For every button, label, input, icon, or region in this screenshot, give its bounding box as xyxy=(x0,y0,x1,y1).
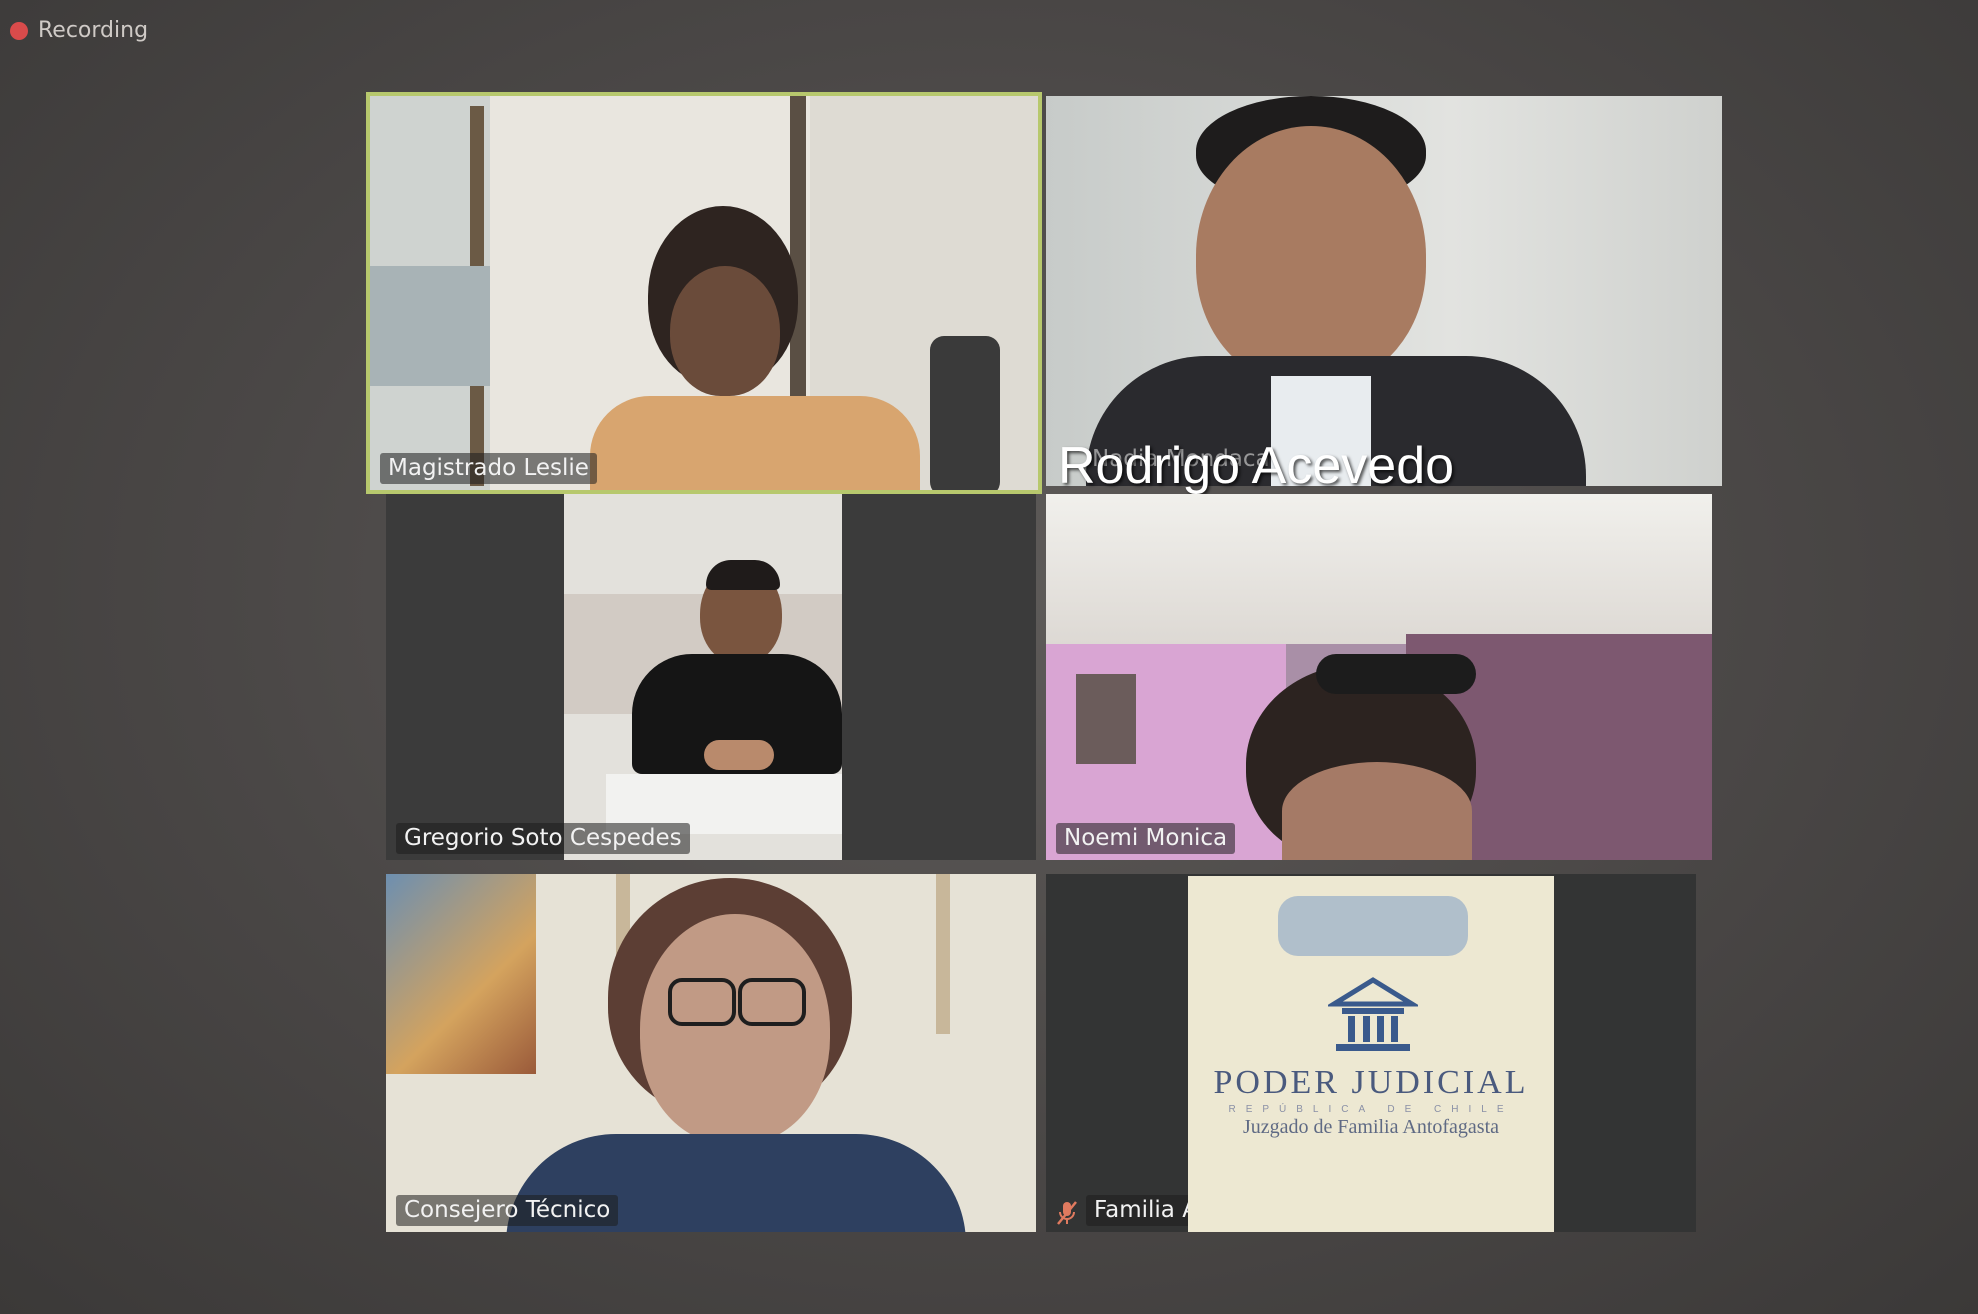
video-tile-noemi-monica[interactable]: Noemi Monica xyxy=(1046,494,1712,860)
video-tile-rodrigo-acevedo[interactable]: Nadia Mondaca xyxy=(1046,96,1722,486)
participant-name: Noemi Monica xyxy=(1056,823,1236,854)
recording-dot-icon xyxy=(10,21,28,40)
video-tile-gregorio-soto-cespedes[interactable]: Gregorio Soto Cespedes xyxy=(386,494,1036,860)
video-tile-consejero-tecnico[interactable]: Consejero Técnico xyxy=(386,874,1036,1232)
poder-judicial-subtitle: REPÚBLICA DE CHILE xyxy=(1228,1104,1514,1115)
recording-indicator: Recording xyxy=(10,18,148,43)
poder-judicial-title: PODER JUDICIAL xyxy=(1213,1064,1529,1101)
courthouse-logo-icon xyxy=(1328,977,1418,1051)
recording-label: Recording xyxy=(38,18,149,43)
muted-mic-icon xyxy=(1057,1201,1077,1225)
poder-judicial-logo-card: PODER JUDICIAL REPÚBLICA DE CHILE Juzgad… xyxy=(1188,876,1554,1232)
participant-name: Magistrado Leslie xyxy=(380,453,597,484)
court-name: Juzgado de Familia Antofagasta xyxy=(1242,1116,1500,1138)
participant-name: Gregorio Soto Cespedes xyxy=(396,823,690,854)
video-tile-magistrado-leslie[interactable]: Magistrado Leslie xyxy=(366,92,1042,494)
participant-name: Consejero Técnico xyxy=(396,1195,619,1226)
speaker-caption: Rodrigo Acevedo xyxy=(1058,437,1455,495)
